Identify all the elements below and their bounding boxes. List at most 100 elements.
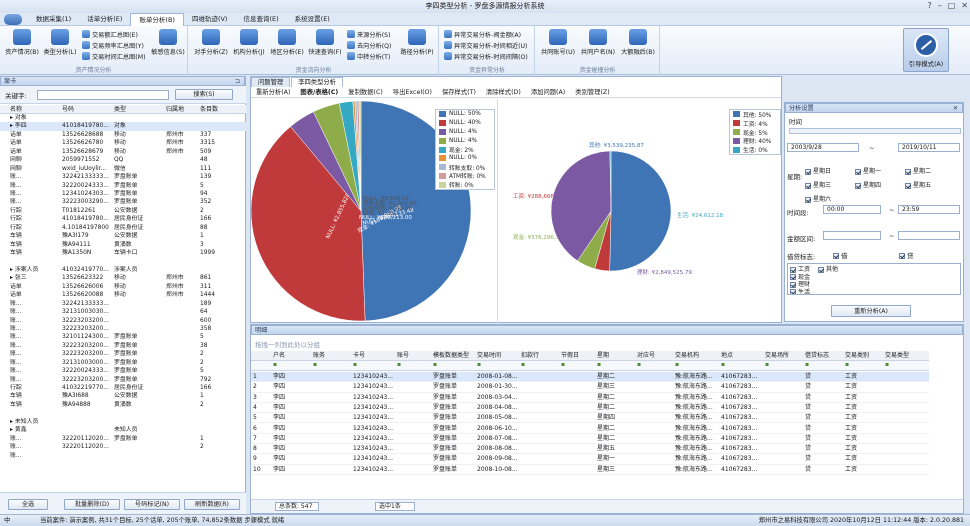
tree-row[interactable]: 话单 13526628679 移动 郑州市 509 [0, 148, 246, 156]
tree-row[interactable]: ▸ 黄鑫 未知人员 [0, 426, 246, 434]
grid-column-header[interactable]: 对应号 [635, 351, 673, 360]
weekday-tue[interactable]: 星期二 [905, 165, 955, 179]
refresh-button[interactable]: 刷新数据(R) [184, 499, 240, 510]
menu-settings[interactable]: 系统设置(E) [287, 13, 338, 26]
menu-bill-analysis[interactable]: 账单分析(B) [130, 12, 184, 26]
tree-row[interactable]: 账... 32223203200... 罗盘账单 2 [0, 350, 246, 358]
category-manage-button[interactable]: 类别管理(Z) [570, 88, 614, 97]
guide-mode-button[interactable]: 引导模式(A) [903, 28, 949, 72]
tree-row[interactable]: 账... 32220112020... 2 [0, 443, 246, 451]
tree-row[interactable]: ▸ 对象 [0, 114, 246, 122]
grid-row[interactable]: 4 李四 123410243... 罗盘账单 2008-04-08... 星期二 豫:航海东… [251, 403, 929, 414]
reanalyze-button[interactable]: 重新分析(A) [251, 88, 295, 97]
weekday-fri[interactable]: 星期五 [905, 179, 955, 193]
save-style-button[interactable]: 保存样式(T) [437, 88, 481, 97]
col-type[interactable]: 类型 [114, 105, 166, 113]
grid-column-header[interactable]: 扣款行 [519, 351, 559, 360]
filter-cell[interactable]: ▪ [431, 361, 475, 370]
close-icon[interactable]: ✕ [961, 1, 968, 10]
filter-cell[interactable]: ▪ [883, 361, 929, 370]
grid-row[interactable]: 7 李四 123410243... 罗盘账单 2008-07-08... 星期二 豫:航海东… [251, 434, 929, 445]
weekday-sun[interactable]: 星期日 [805, 165, 855, 179]
grid-column-header[interactable]: 交易类别 [843, 351, 883, 360]
debit-check[interactable]: 借 [833, 250, 848, 260]
category-wage[interactable]: 工资 [790, 266, 810, 273]
reanalyze-settings-button[interactable]: 重新分析(A) [831, 305, 911, 317]
add-issue-button[interactable]: 添加问题(A) [526, 88, 570, 97]
tree-row[interactable]: 账... 32223203200... 358 [0, 325, 246, 333]
grid-row[interactable]: 1 李四 123410243... 罗盘账单 2008-01-08... 星期二 豫:航海东… [251, 372, 929, 383]
path-analysis-button[interactable]: 路径分析(P) [397, 29, 437, 56]
large-amount-button[interactable]: 大额融后(B) [618, 29, 658, 56]
grid-column-header[interactable]: 账号 [395, 351, 431, 360]
menu-data-collect[interactable]: 数据采集(1) [28, 13, 79, 26]
grid-column-header[interactable]: 卡号 [351, 351, 395, 360]
abnormal-interval-button[interactable]: 异常交易分析-时间间隔(O) [444, 51, 528, 61]
grid-row[interactable]: 6 李四 123410243... 罗盘账单 2008-06-10... 星期二 豫:航海东… [251, 424, 929, 434]
tree-row[interactable]: 账... 32131003030... 64 [0, 308, 246, 316]
app-logo-icon[interactable] [4, 13, 22, 25]
grid-column-header[interactable]: 交易机构 [673, 351, 719, 360]
destination-analysis-button[interactable]: 去向分析(Q) [347, 40, 391, 50]
tree-row[interactable]: 车辆 豫A1350N 车辆卡口 1999 [0, 249, 246, 257]
tree-row[interactable]: 行踪 41032219770... 居民身份证 166 [0, 384, 246, 392]
grid-column-header[interactable]: 节假日 [559, 351, 595, 360]
institution-button[interactable]: 机构分析(J) [229, 29, 269, 56]
close-icon[interactable]: ✕ [953, 104, 958, 113]
grid-row[interactable]: 2 李四 123410243... 罗盘账单 2008-01-30... 星期三 豫:航海东… [251, 382, 929, 393]
grid-row[interactable]: 9 李四 123410243... 罗盘账单 2008-09-08... 星期一 豫:航海东… [251, 454, 929, 465]
time-from-field[interactable]: 00:00 [823, 205, 881, 214]
col-count[interactable]: 条目数 [200, 105, 238, 113]
filter-cell[interactable]: ▪ [519, 361, 559, 370]
frequency-summary-button[interactable]: 交易频率汇总图(Y) [82, 40, 144, 50]
filter-cell[interactable]: ▪ [595, 361, 635, 370]
time-summary-button[interactable]: 交易时间汇总图(M) [82, 51, 145, 61]
tree-row[interactable]: 账... 32223203200... 罗盘账单 792 [0, 376, 246, 384]
tree-row[interactable]: 账... 32242133333... 罗盘账单 139 [0, 173, 246, 181]
tree-row[interactable]: 账... 32101124300... 罗盘账单 5 [0, 333, 246, 341]
pie-slice[interactable] [609, 150, 672, 272]
filter-cell[interactable]: ▪ [395, 361, 431, 370]
amount-summary-button[interactable]: 交易额汇总图(E) [82, 29, 138, 39]
ime-indicator[interactable]: 中 [4, 515, 10, 526]
filter-cell[interactable]: ▪ [351, 361, 395, 370]
tree-row[interactable]: 账... 32242133333... 189 [0, 300, 246, 308]
type-analysis-button[interactable]: 类型分析(L) [40, 29, 80, 56]
filter-cell[interactable]: ▪ [271, 361, 311, 370]
filter-cell[interactable]: ▪ [475, 361, 519, 370]
date-from-field[interactable]: 2003/9/28 [787, 143, 859, 152]
export-excel-button[interactable]: 导出Excel(O) [388, 88, 437, 97]
tab-issue-management[interactable]: 问题管理 [251, 77, 291, 87]
tree-row[interactable] [0, 409, 246, 417]
filter-cell[interactable]: ▪ [673, 361, 719, 370]
grid-column-header[interactable]: 交易场所 [763, 351, 803, 360]
abnormal-amount-button[interactable]: 异常交易分析-阀金额(A) [444, 29, 521, 39]
tab-type-analysis[interactable]: 李四类型分析 [291, 77, 343, 87]
minimize-icon[interactable]: – [938, 1, 942, 10]
menu-info-query[interactable]: 信息查询(E) [235, 13, 286, 26]
tree-row[interactable]: 行踪 41018419780... 居民身份证 166 [0, 215, 246, 223]
col-location[interactable]: 归属地 [166, 105, 200, 113]
tree-row[interactable]: 行踪 4.10184197800 居民身份证 88 [0, 224, 246, 232]
filter-cell[interactable]: ▪ [719, 361, 763, 370]
credit-check[interactable]: 贷 [899, 250, 914, 260]
tree-row[interactable]: 车辆 豫A3I179 公安数据 1 [0, 232, 246, 240]
grid-column-header[interactable]: 交易时间 [475, 351, 519, 360]
tree-row[interactable]: 账... 32131003000... 罗盘账单 2 [0, 359, 246, 367]
tree-row[interactable]: 网聊 2059971552 QQ 48 [0, 156, 246, 164]
grid-column-header[interactable] [251, 351, 271, 360]
region-button[interactable]: 地区分析(E) [267, 29, 307, 56]
clear-style-button[interactable]: 清除样式(D) [481, 88, 526, 97]
source-analysis-button[interactable]: 来源分析(S) [347, 29, 391, 39]
filter-cell[interactable]: ▪ [843, 361, 883, 370]
filter-cell[interactable]: ▪ [311, 361, 351, 370]
grid-row[interactable]: 5 李四 123410243... 罗盘账单 2008-05-08... 星期四 豫:航海东… [251, 413, 929, 424]
grid-column-header[interactable]: 借贷标志 [803, 351, 843, 360]
grid-row[interactable]: 3 李四 123410243... 罗盘账单 2008-03-04... 星期二 豫:航海东… [251, 393, 929, 403]
number-mark-button[interactable]: 号码标记(N) [124, 499, 180, 510]
sensitive-info-button[interactable]: 敏感信息(S) [148, 29, 188, 56]
grid-column-header[interactable]: 模板数据类型 [431, 351, 475, 360]
tree-row[interactable]: 话单 13526626780 移动 郑州市 3315 [0, 139, 246, 147]
copy-data-button[interactable]: 复制数据(C) [343, 88, 388, 97]
tree-row[interactable]: 行踪 T01812261 公安数据 2 [0, 207, 246, 215]
